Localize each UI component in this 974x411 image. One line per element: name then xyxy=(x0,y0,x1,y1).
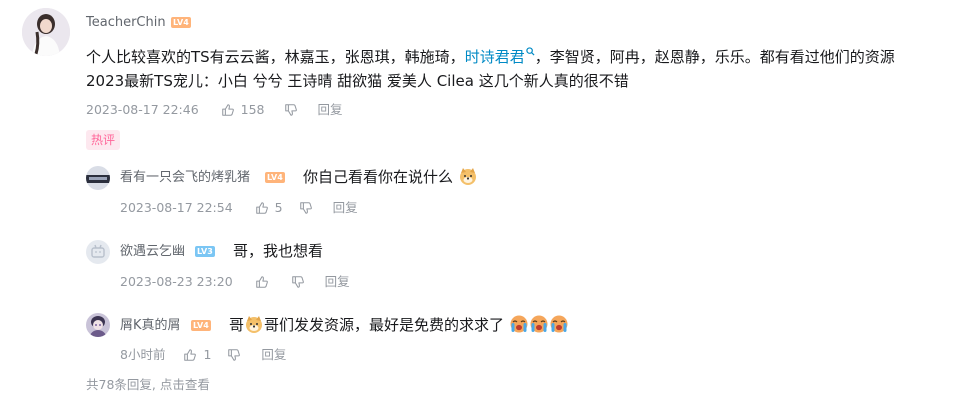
doge-emoji-icon xyxy=(246,316,263,333)
thumbs-down-icon[interactable] xyxy=(299,201,313,215)
username[interactable]: 屑K真的屑 xyxy=(120,318,181,334)
username[interactable]: 看有一只会飞的烤乳猪 xyxy=(120,170,250,186)
comment-meta: 2023-08-17 22:46 158 回复 xyxy=(86,102,343,118)
level-badge: LV4 xyxy=(171,17,191,28)
thumbs-down-icon[interactable] xyxy=(284,103,298,117)
avatar[interactable] xyxy=(86,313,110,337)
level-badge: LV3 xyxy=(195,246,215,257)
reply-meta: 8小时前 1 回复 xyxy=(120,347,286,363)
reply-text: 哥，我也想看 xyxy=(233,242,324,260)
thumbs-up-icon[interactable] xyxy=(255,275,269,289)
level-badge: LV4 xyxy=(265,172,285,183)
reply-date: 2023-08-23 23:20 xyxy=(120,274,233,289)
reply-text: 哥 哥们发发资源，最好是免费的求求了 xyxy=(229,314,569,336)
level-badge: LV4 xyxy=(191,320,211,331)
thumbs-up-icon[interactable] xyxy=(183,348,197,362)
reply-button[interactable]: 回复 xyxy=(318,102,343,118)
comment-text: 个人比较喜欢的TS有云云酱，林嘉玉，张恩琪，韩施琦，时诗君君 ，李智贤，阿冉，赵恩… xyxy=(86,45,966,93)
reply-date: 8小时前 xyxy=(120,347,166,362)
comment-date: 2023-08-17 22:46 xyxy=(86,102,199,117)
crying-emoji-icon xyxy=(550,315,568,333)
thumbs-up-icon[interactable] xyxy=(221,103,235,117)
comment-text-part1: 个人比较喜欢的TS有云云酱，林嘉玉，张恩琪，韩施琦， xyxy=(86,48,465,66)
reply-text: 你自己看看你在说什么 xyxy=(303,166,478,188)
reply-meta: 2023-08-17 22:54 5 回复 xyxy=(120,200,358,216)
search-icon[interactable] xyxy=(526,47,535,56)
keyword-link[interactable]: 时诗君君 xyxy=(465,48,525,66)
view-all-replies-link[interactable]: 共78条回复, 点击查看 xyxy=(86,377,210,393)
reply-text-content: 哥们发发资源，最好是免费的求求了 xyxy=(264,316,505,334)
reply-text-prefix: 哥 xyxy=(229,316,245,334)
avatar[interactable] xyxy=(86,166,110,190)
like-count: 158 xyxy=(240,102,265,117)
reply-date: 2023-08-17 22:54 xyxy=(120,200,233,215)
comment-text-part2: ，李智贤，阿冉，赵恩静，乐乐。都有看过他们的资源 xyxy=(534,48,895,66)
username[interactable]: 欲遇云乞幽 xyxy=(120,244,185,260)
reply-meta: 2023-08-23 23:20 回复 xyxy=(120,274,350,290)
reply-button[interactable]: 回复 xyxy=(325,274,350,290)
reply-text-content: 你自己看看你在说什么 xyxy=(303,168,454,186)
reply-button[interactable]: 回复 xyxy=(333,200,358,216)
avatar[interactable] xyxy=(86,240,110,264)
crying-emoji-icon xyxy=(530,315,548,333)
avatar[interactable] xyxy=(22,8,70,56)
crying-emoji-icon xyxy=(510,315,528,333)
username[interactable]: TeacherChin xyxy=(86,15,166,31)
like-count: 5 xyxy=(274,200,283,215)
thumbs-up-icon[interactable] xyxy=(255,201,269,215)
comment-text-line2: 2023最新TS宠儿：小白 兮兮 王诗晴 甜欲猫 爱美人 Cilea 这几个新人… xyxy=(86,72,629,90)
like-count: 1 xyxy=(203,347,212,362)
reply-button[interactable]: 回复 xyxy=(261,347,286,363)
thumbs-down-icon[interactable] xyxy=(291,275,305,289)
thumbs-down-icon[interactable] xyxy=(227,348,241,362)
hot-comment-tag: 热评 xyxy=(86,130,120,150)
doge-emoji-icon xyxy=(459,168,476,185)
